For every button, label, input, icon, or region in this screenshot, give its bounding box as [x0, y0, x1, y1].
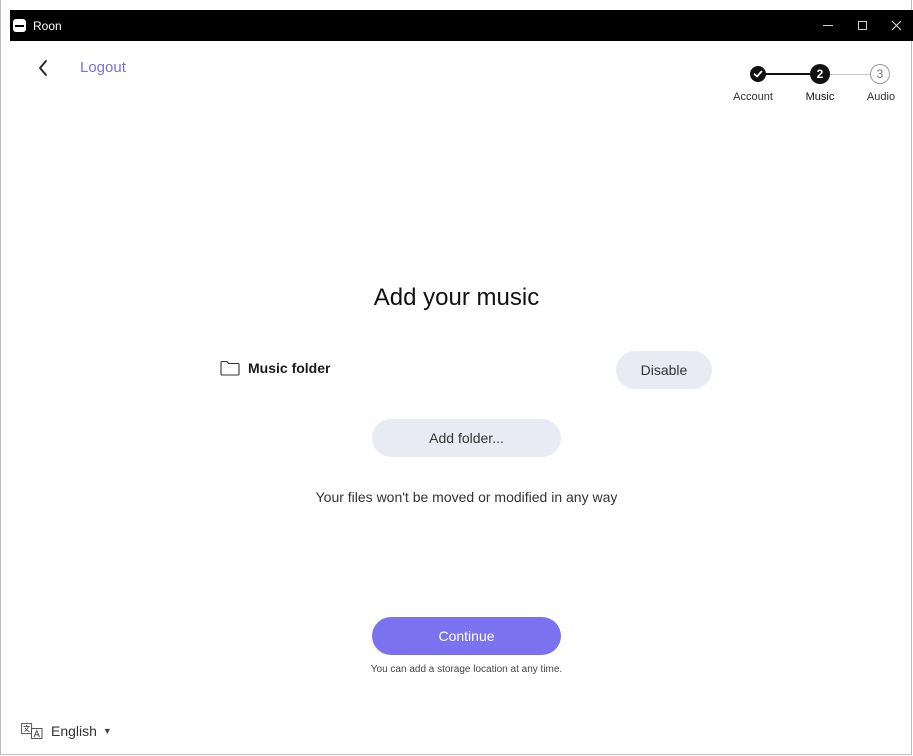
music-folder-name: Music folder: [248, 360, 331, 376]
page-title: Add your music: [373, 284, 540, 311]
chevron-left-icon: [39, 60, 47, 76]
roon-app-icon: [13, 19, 26, 32]
step-account-label: Account: [733, 91, 773, 103]
check-icon: [753, 70, 763, 78]
language-selector[interactable]: English ▼: [21, 723, 112, 739]
minimize-icon: [823, 25, 833, 26]
files-safety-note: Your files won't be moved or modified in…: [315, 489, 618, 505]
step-audio-number: 3: [876, 67, 884, 81]
logout-link[interactable]: Logout: [80, 59, 126, 76]
minimize-button[interactable]: [811, 10, 845, 41]
continue-button[interactable]: Continue: [372, 617, 561, 655]
step-audio-label: Audio: [866, 91, 896, 103]
caret-down-icon: ▼: [102, 726, 112, 736]
maximize-button[interactable]: [845, 10, 879, 41]
folder-icon: [220, 360, 240, 376]
step-music-number: 2: [816, 67, 824, 81]
back-button[interactable]: [34, 58, 52, 78]
step-audio-marker: 3: [870, 64, 890, 84]
setup-stepper: 2 3 Account Music Audio: [730, 64, 900, 108]
storage-location-hint: You can add a storage location at any ti…: [370, 664, 563, 675]
step-connector-upcoming: [830, 74, 870, 75]
add-folder-button[interactable]: Add folder...: [372, 419, 561, 457]
step-music-label: Music: [805, 91, 835, 103]
close-button[interactable]: [879, 10, 913, 41]
maximize-icon: [857, 21, 867, 30]
disable-folder-button[interactable]: Disable: [616, 351, 712, 389]
translate-icon: [21, 723, 43, 739]
step-music-marker: 2: [810, 64, 830, 84]
close-icon: [891, 20, 901, 31]
language-label: English: [51, 723, 97, 739]
window-controls: [811, 10, 913, 41]
window-title: Roon: [33, 18, 62, 33]
title-bar: Roon: [10, 10, 913, 41]
music-folder-row: Music folder: [220, 360, 330, 376]
step-account-marker: [750, 66, 766, 82]
